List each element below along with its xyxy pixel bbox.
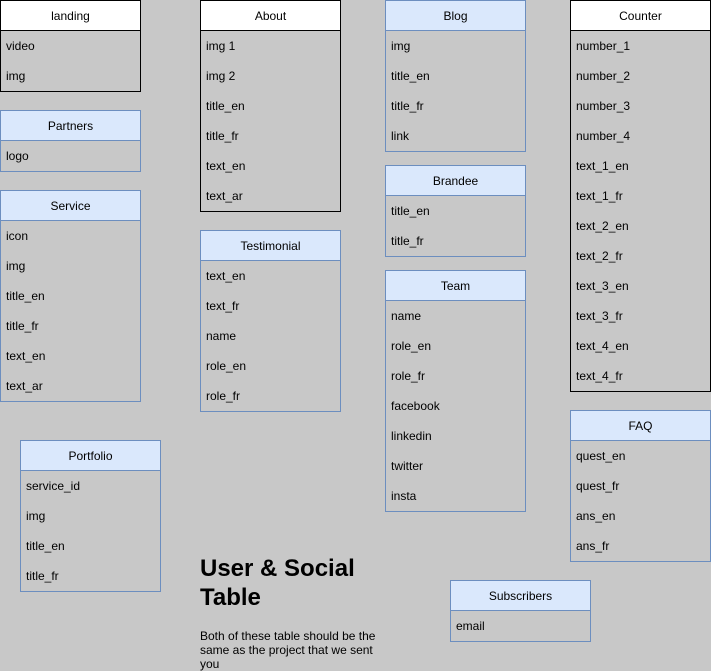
entity-counter[interactable]: Counter number_1 number_2 number_3 number_4t…: [570, 0, 711, 392]
entity-field: number_4: [576, 129, 631, 143]
entity-field: text_4_fr: [576, 369, 623, 383]
entity-field: title_en: [391, 69, 430, 83]
entity-field: insta: [391, 489, 417, 503]
entity-field: title_en: [6, 289, 45, 303]
entity-field: name: [206, 329, 237, 343]
entity-field: email: [456, 619, 485, 633]
entity-field: text_2_en: [576, 219, 629, 233]
entity-title: Blog: [386, 1, 525, 31]
entity-portfolio[interactable]: Portfolio service_idimg title_en title_fr: [20, 440, 161, 592]
entity-field: video: [6, 39, 35, 53]
entity-subscribers[interactable]: Subscribers email: [450, 580, 591, 642]
entity-field: ans_en: [576, 509, 616, 523]
entity-field: twitter: [391, 459, 424, 473]
entity-field: title_fr: [26, 569, 59, 583]
entity-field: number_1: [576, 39, 631, 53]
entity-field: role_fr: [206, 389, 241, 403]
entity-field: text_ar: [206, 189, 243, 203]
note-body: Both of these table should be the same a…: [200, 629, 376, 671]
entity-title: Testimonial: [201, 231, 340, 261]
entity-field: quest_fr: [576, 479, 620, 493]
entity-field: icon: [6, 229, 29, 243]
entity-field: service_id: [26, 479, 81, 493]
entity-field: img 2: [206, 69, 236, 83]
entity-field: text_en: [206, 269, 246, 283]
entity-field: name: [391, 309, 422, 323]
entity-field: img: [6, 259, 26, 273]
entity-field: img: [26, 509, 46, 523]
entity-title: Service: [1, 191, 140, 221]
entity-field: role_en: [391, 339, 432, 353]
entity-testimonial[interactable]: Testimonial text_en text_frname role_enrole…: [200, 230, 341, 412]
entity-field: title_fr: [391, 234, 424, 248]
entity-title: Team: [386, 271, 525, 301]
entity-blog[interactable]: Blog img title_en title_frlink: [385, 0, 526, 152]
entity-field: facebook: [391, 399, 440, 413]
entity-field: text_fr: [206, 299, 240, 313]
entity-field: ans_fr: [576, 539, 610, 553]
entity-field: linkedin: [391, 429, 432, 443]
entity-field: number_3: [576, 99, 631, 113]
entity-title: About: [201, 1, 340, 31]
entity-title: FAQ: [571, 411, 710, 441]
entity-field: img: [6, 69, 26, 83]
entity-title: Counter: [571, 1, 710, 31]
entity-about[interactable]: About img 1 img 2 title_en title_fr text_ente…: [200, 0, 341, 212]
entity-landing[interactable]: landing video img: [0, 0, 141, 92]
entity-field: text_en: [206, 159, 246, 173]
entity-field: img 1: [206, 39, 236, 53]
entity-field: img: [391, 39, 411, 53]
entity-field: text_2_fr: [576, 249, 623, 263]
entity-field: number_2: [576, 69, 631, 83]
entity-field: title_fr: [391, 99, 424, 113]
entity-field: title_fr: [6, 319, 39, 333]
entity-field: quest_en: [576, 449, 626, 463]
entity-field: text_1_en: [576, 159, 629, 173]
entity-team[interactable]: Team name role_en role_fr facebook linkedin tw…: [385, 270, 526, 512]
note-title: User & Social Table: [200, 555, 355, 611]
entity-field: title_en: [26, 539, 65, 553]
entity-field: text_3_fr: [576, 309, 623, 323]
entity-brandee[interactable]: Brandee title_en title_fr: [385, 165, 526, 257]
entity-field: text_ar: [6, 379, 43, 393]
entity-field: text_4_en: [576, 339, 629, 353]
entity-service[interactable]: Service icon img title_en title_fr text_entex…: [0, 190, 141, 402]
entity-field: text_en: [6, 349, 46, 363]
entity-field: text_3_en: [576, 279, 629, 293]
entity-field: logo: [6, 149, 29, 163]
entity-field: title_en: [391, 204, 430, 218]
entity-title: Partners: [1, 111, 140, 141]
entity-field: link: [391, 129, 410, 143]
entity-title: landing: [1, 1, 140, 31]
entity-title: Brandee: [386, 166, 525, 196]
entity-field: text_1_fr: [576, 189, 623, 203]
entity-title: Subscribers: [451, 581, 590, 611]
entity-title: Portfolio: [21, 441, 160, 471]
entity-field: title_fr: [206, 129, 239, 143]
entity-partners[interactable]: Partners logo: [0, 110, 141, 172]
entity-field: role_fr: [391, 369, 426, 383]
entity-field: title_en: [206, 99, 245, 113]
entity-field: role_en: [206, 359, 247, 373]
entity-faq[interactable]: FAQ quest_en quest_fr ans_en ans_fr: [570, 410, 711, 562]
